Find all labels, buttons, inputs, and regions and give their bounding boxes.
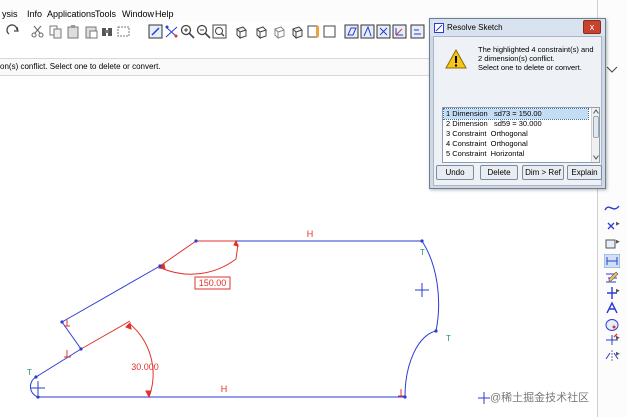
arc-30-dimension[interactable]: [129, 323, 154, 398]
find-icon[interactable]: [100, 24, 115, 39]
upper-left-line[interactable]: [61, 265, 161, 323]
menu-help[interactable]: Help: [155, 9, 174, 20]
display-constraints-icon[interactable]: [164, 24, 179, 39]
dim-to-ref-button[interactable]: Dim > Ref: [522, 165, 564, 180]
horizontal-constraint-top[interactable]: H: [307, 229, 314, 239]
tangent-constraint-top[interactable]: T: [420, 248, 425, 257]
arrow-30-upper: [125, 321, 132, 330]
dialog-title-bar[interactable]: Resolve Sketch x: [430, 19, 605, 36]
conflict-item-1[interactable]: 1 Dimension sd73 = 150.00: [443, 108, 589, 120]
left-arc[interactable]: [30, 376, 39, 398]
dim-150-value[interactable]: 150.00: [199, 278, 227, 288]
datum-display-icon[interactable]: [306, 24, 321, 39]
cursor-cross-icon: [478, 392, 490, 404]
conflict-list[interactable]: 1 Dimension sd73 = 150.00 2 Dimension sd…: [442, 107, 600, 163]
point-flyout-icon[interactable]: ▶: [616, 221, 620, 227]
select-box-icon[interactable]: [116, 24, 131, 39]
warning-icon: [445, 49, 467, 69]
message-text: on(s) conflict. Select one to delete or …: [0, 62, 161, 71]
trim-flyout-icon[interactable]: ▶: [616, 335, 620, 341]
zoom-out-icon[interactable]: [196, 24, 211, 39]
conflict-item-5[interactable]: 5 Constraint Horizontal: [444, 149, 588, 159]
horizontal-constraint-bottom[interactable]: H: [221, 384, 228, 394]
paste-special-icon[interactable]: [84, 24, 99, 39]
sketch-geometry: [30, 240, 440, 398]
datum-csys-icon[interactable]: [392, 24, 407, 39]
lower-left-line[interactable]: [35, 348, 82, 378]
toolbar: [0, 22, 430, 42]
tangent-constraint-left[interactable]: T: [27, 368, 32, 377]
angled-segment[interactable]: [159, 240, 197, 267]
dimension-graphics: [64, 239, 404, 399]
model-tree-icon[interactable]: [322, 24, 337, 39]
dialog-title: Resolve Sketch: [447, 23, 503, 32]
vertex-points: [34, 239, 438, 399]
zoom-in-icon[interactable]: [180, 24, 195, 39]
extension-line-lower: [80, 320, 131, 350]
shading-icon[interactable]: [234, 24, 249, 39]
arc-center-mark: [415, 283, 429, 297]
menu-info[interactable]: Info: [27, 9, 42, 20]
scroll-thumb[interactable]: [593, 116, 599, 138]
arc-150-dimension[interactable]: [160, 258, 237, 275]
perpendicular-symbol-3: [398, 389, 404, 397]
conflict-message: The highlighted 4 constraint(s) and 2 di…: [478, 45, 594, 72]
scroll-down-icon[interactable]: [593, 155, 599, 160]
sketch-view-flyout-icon[interactable]: ▶: [616, 239, 620, 245]
spline-icon[interactable]: [604, 201, 620, 215]
conflict-item-2[interactable]: 2 Dimension sd59 = 30.000: [444, 119, 588, 129]
menu-window[interactable]: Window: [122, 9, 154, 20]
arrow-30-lower: [145, 390, 152, 399]
collapse-arrow-icon[interactable]: [604, 62, 620, 76]
copy-icon[interactable]: [48, 24, 63, 39]
wireframe-icon[interactable]: [254, 24, 269, 39]
menu-tools[interactable]: Tools: [95, 9, 116, 20]
redo-icon[interactable]: [6, 24, 21, 39]
mirror-flyout-icon[interactable]: ▶: [616, 351, 620, 357]
constraint-flyout-icon[interactable]: ▶: [616, 288, 620, 294]
scroll-up-icon[interactable]: [593, 109, 599, 114]
datum-points-icon[interactable]: [376, 24, 391, 39]
hidden-line-icon[interactable]: [272, 24, 287, 39]
no-hidden-icon[interactable]: [290, 24, 305, 39]
tangent-constraint-right[interactable]: T: [446, 334, 451, 343]
datum-planes-icon[interactable]: [344, 24, 359, 39]
menu-applications[interactable]: Applications: [47, 9, 96, 20]
refit-icon[interactable]: [212, 24, 227, 39]
modify-icon[interactable]: [604, 271, 620, 285]
sketch-orientation-icon[interactable]: [148, 24, 163, 39]
cut-icon[interactable]: [30, 24, 45, 39]
close-icon: x: [589, 22, 595, 32]
message-area: on(s) conflict. Select one to delete or …: [0, 58, 430, 76]
menu-analysis[interactable]: ysis: [2, 9, 18, 20]
dimension-icon[interactable]: [604, 254, 620, 268]
text-icon[interactable]: [604, 301, 620, 315]
conflict-item-4[interactable]: 4 Constraint Orthogonal: [444, 139, 588, 149]
left-arc-center-mark: [31, 381, 45, 395]
conflict-item-3[interactable]: 3 Constraint Orthogonal: [444, 129, 588, 139]
dim-30-value[interactable]: 30.000: [131, 362, 159, 372]
undo-button[interactable]: Undo: [436, 165, 474, 180]
arrow-150-upper: [233, 239, 239, 247]
watermark: @稀土掘金技术社区: [490, 392, 590, 404]
delete-button[interactable]: Delete: [480, 165, 518, 180]
close-button[interactable]: x: [583, 20, 601, 34]
explain-button[interactable]: Explain: [567, 165, 602, 180]
inner-arc[interactable]: [404, 330, 437, 398]
app-icon: [434, 23, 444, 33]
datum-axes-icon[interactable]: [360, 24, 375, 39]
resolve-sketch-dialog: Resolve Sketch x The highlighted 4 const…: [429, 18, 606, 189]
dialog-body: The highlighted 4 constraint(s) and 2 di…: [433, 36, 602, 186]
paste-icon[interactable]: [66, 24, 81, 39]
list-scrollbar[interactable]: [591, 108, 599, 162]
palette-icon[interactable]: [604, 318, 620, 332]
annotation-display-icon[interactable]: [410, 24, 425, 39]
